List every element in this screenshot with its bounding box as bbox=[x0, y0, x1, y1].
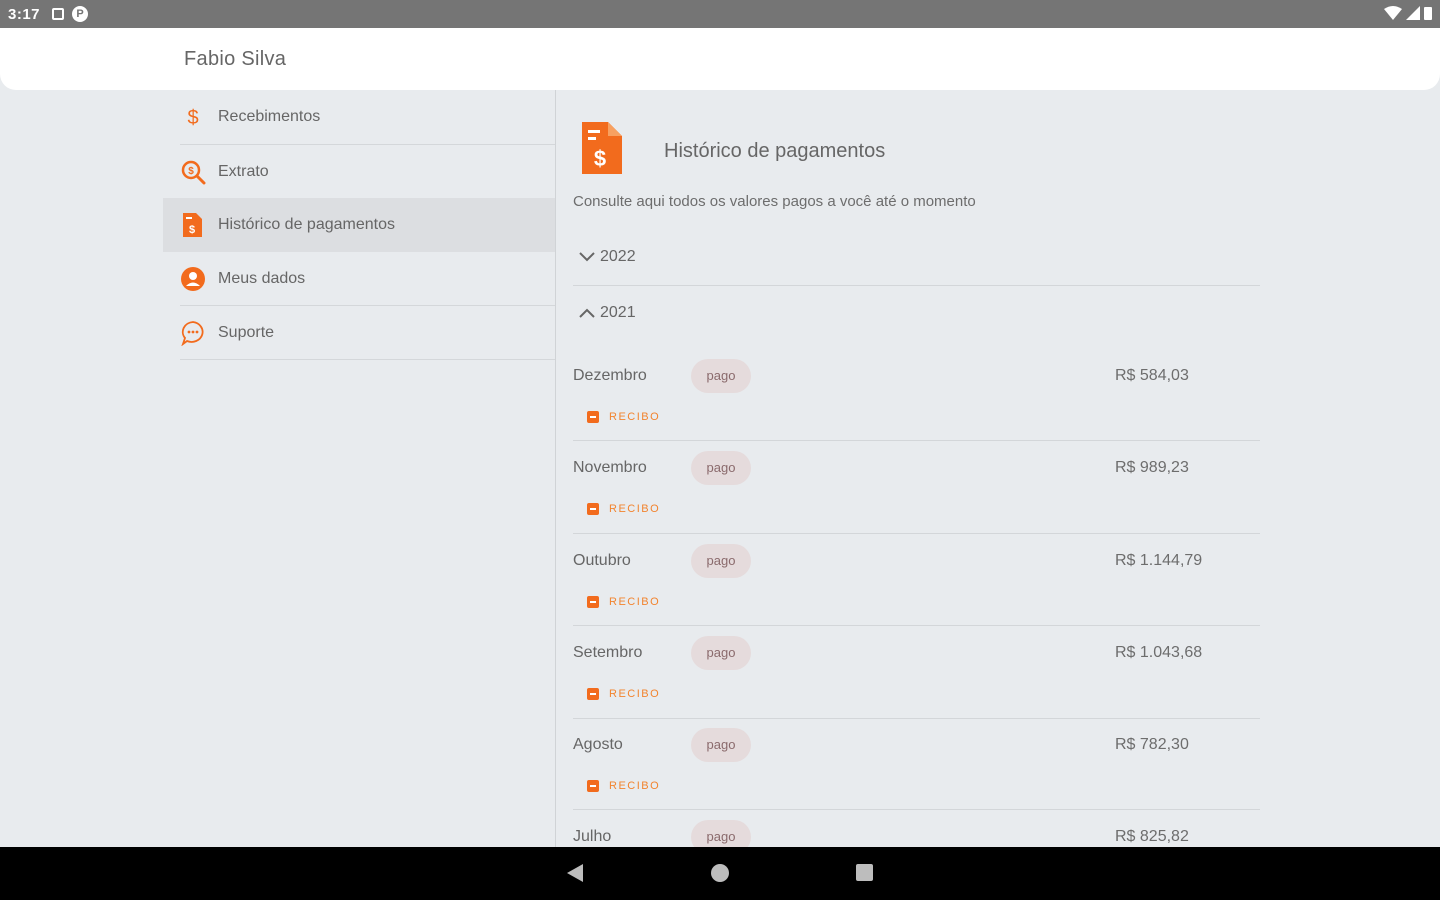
receipt-label: RECIBO bbox=[609, 780, 661, 792]
receipt-button[interactable]: RECIBO bbox=[587, 596, 660, 608]
sidebar-item-historico[interactable]: $ Histórico de pagamentos bbox=[163, 198, 556, 252]
sidebar-item-label: Extrato bbox=[218, 163, 269, 180]
chevron-down-icon bbox=[579, 252, 595, 262]
status-badge: pago bbox=[691, 728, 751, 762]
payment-row: Agosto pago R$ 782,30 RECIBO bbox=[573, 728, 1260, 820]
receipt-label: RECIBO bbox=[609, 411, 661, 423]
payment-amount: R$ 1.043,68 bbox=[1115, 644, 1203, 661]
svg-text:$: $ bbox=[188, 166, 194, 177]
divider bbox=[573, 718, 1260, 719]
user-icon bbox=[181, 267, 205, 291]
payment-month: Julho bbox=[573, 828, 612, 845]
payment-month: Setembro bbox=[573, 644, 643, 661]
page-title: Histórico de pagamentos bbox=[664, 140, 886, 162]
payment-amount: R$ 782,30 bbox=[1115, 736, 1189, 753]
divider bbox=[573, 285, 1260, 286]
battery-icon bbox=[1424, 7, 1432, 20]
divider bbox=[573, 440, 1260, 441]
year-toggle-2022[interactable]: 2022 bbox=[578, 248, 636, 266]
receipt-button[interactable]: RECIBO bbox=[587, 411, 660, 423]
divider bbox=[573, 809, 1260, 810]
user-name: Fabio Silva bbox=[184, 48, 287, 70]
receipt-label: RECIBO bbox=[609, 503, 661, 515]
sidebar-item-extrato[interactable]: $ Extrato bbox=[163, 145, 556, 199]
receipt-button[interactable]: RECIBO bbox=[587, 780, 660, 792]
svg-text:$: $ bbox=[189, 224, 195, 236]
receipt-icon bbox=[587, 503, 599, 515]
status-badge: pago bbox=[691, 544, 751, 578]
payment-month: Agosto bbox=[573, 736, 623, 753]
sidebar-item-meus-dados[interactable]: Meus dados bbox=[163, 252, 556, 306]
sidebar: $ Recebimentos $ Extrato $ Histórico de … bbox=[163, 90, 556, 847]
payment-amount: R$ 584,03 bbox=[1115, 367, 1189, 384]
payment-row: Novembro pago R$ 989,23 RECIBO bbox=[573, 451, 1260, 543]
receipt-button[interactable]: RECIBO bbox=[587, 503, 660, 515]
year-toggle-2021[interactable]: 2021 bbox=[578, 304, 636, 322]
payment-month: Novembro bbox=[573, 459, 647, 476]
divider bbox=[573, 625, 1260, 626]
back-icon[interactable] bbox=[567, 864, 583, 882]
status-badge: pago bbox=[691, 359, 751, 393]
recents-icon[interactable] bbox=[856, 864, 873, 881]
chevron-up-icon bbox=[579, 308, 595, 318]
dollar-icon: $ bbox=[187, 107, 198, 129]
payment-row: Julho pago R$ 825,82 bbox=[573, 820, 1260, 847]
page-subtitle: Consulte aqui todos os valores pagos a v… bbox=[573, 193, 976, 210]
divider bbox=[180, 359, 556, 360]
document-dollar-icon: $ bbox=[582, 122, 622, 174]
sim-card-icon bbox=[52, 8, 65, 20]
chat-icon bbox=[181, 321, 204, 346]
payment-amount: R$ 989,23 bbox=[1115, 459, 1189, 476]
payment-row: Setembro pago R$ 1.043,68 RECIBO bbox=[573, 636, 1260, 728]
p-icon: P bbox=[72, 6, 89, 22]
year-label: 2022 bbox=[600, 248, 636, 265]
status-badge: pago bbox=[691, 820, 751, 847]
svg-text:$: $ bbox=[594, 146, 606, 171]
sidebar-item-label: Recebimentos bbox=[218, 108, 321, 125]
payment-month: Outubro bbox=[573, 552, 631, 569]
receipt-icon bbox=[587, 411, 599, 423]
status-badge: pago bbox=[691, 636, 751, 670]
svg-text:$: $ bbox=[187, 107, 198, 129]
payment-amount: R$ 825,82 bbox=[1115, 828, 1189, 845]
sidebar-item-label: Meus dados bbox=[218, 270, 306, 287]
payment-row: Outubro pago R$ 1.144,79 RECIBO bbox=[573, 544, 1260, 636]
status-badge: pago bbox=[691, 451, 751, 485]
receipt-icon bbox=[587, 596, 599, 608]
sidebar-item-recebimentos[interactable]: $ Recebimentos bbox=[163, 90, 556, 144]
search-money-icon: $ bbox=[181, 160, 206, 185]
receipt-icon bbox=[587, 688, 599, 700]
payment-row: Dezembro pago R$ 584,03 RECIBO bbox=[573, 359, 1260, 451]
sidebar-item-suporte[interactable]: Suporte bbox=[163, 306, 556, 360]
receipt-button[interactable]: RECIBO bbox=[587, 688, 660, 700]
payment-month: Dezembro bbox=[573, 367, 647, 384]
signal-icon bbox=[1406, 6, 1420, 20]
year-label: 2021 bbox=[600, 304, 636, 321]
main-content: $ Histórico de pagamentos Consulte aqui … bbox=[556, 90, 1440, 847]
home-icon[interactable] bbox=[711, 864, 729, 882]
status-bar: 3:17 P bbox=[0, 0, 1440, 28]
payment-amount: R$ 1.144,79 bbox=[1115, 552, 1203, 569]
sidebar-item-label: Suporte bbox=[218, 324, 275, 341]
sidebar-item-label: Histórico de pagamentos bbox=[218, 216, 395, 233]
receipt-label: RECIBO bbox=[609, 688, 661, 700]
app-header: Fabio Silva bbox=[0, 28, 1440, 90]
wifi-icon bbox=[1384, 6, 1402, 20]
divider bbox=[573, 533, 1260, 534]
receipt-label: RECIBO bbox=[609, 596, 661, 608]
status-time: 3:17 bbox=[8, 5, 41, 23]
document-dollar-icon: $ bbox=[183, 213, 202, 237]
receipt-icon bbox=[587, 780, 599, 792]
system-nav-bar bbox=[0, 847, 1440, 900]
